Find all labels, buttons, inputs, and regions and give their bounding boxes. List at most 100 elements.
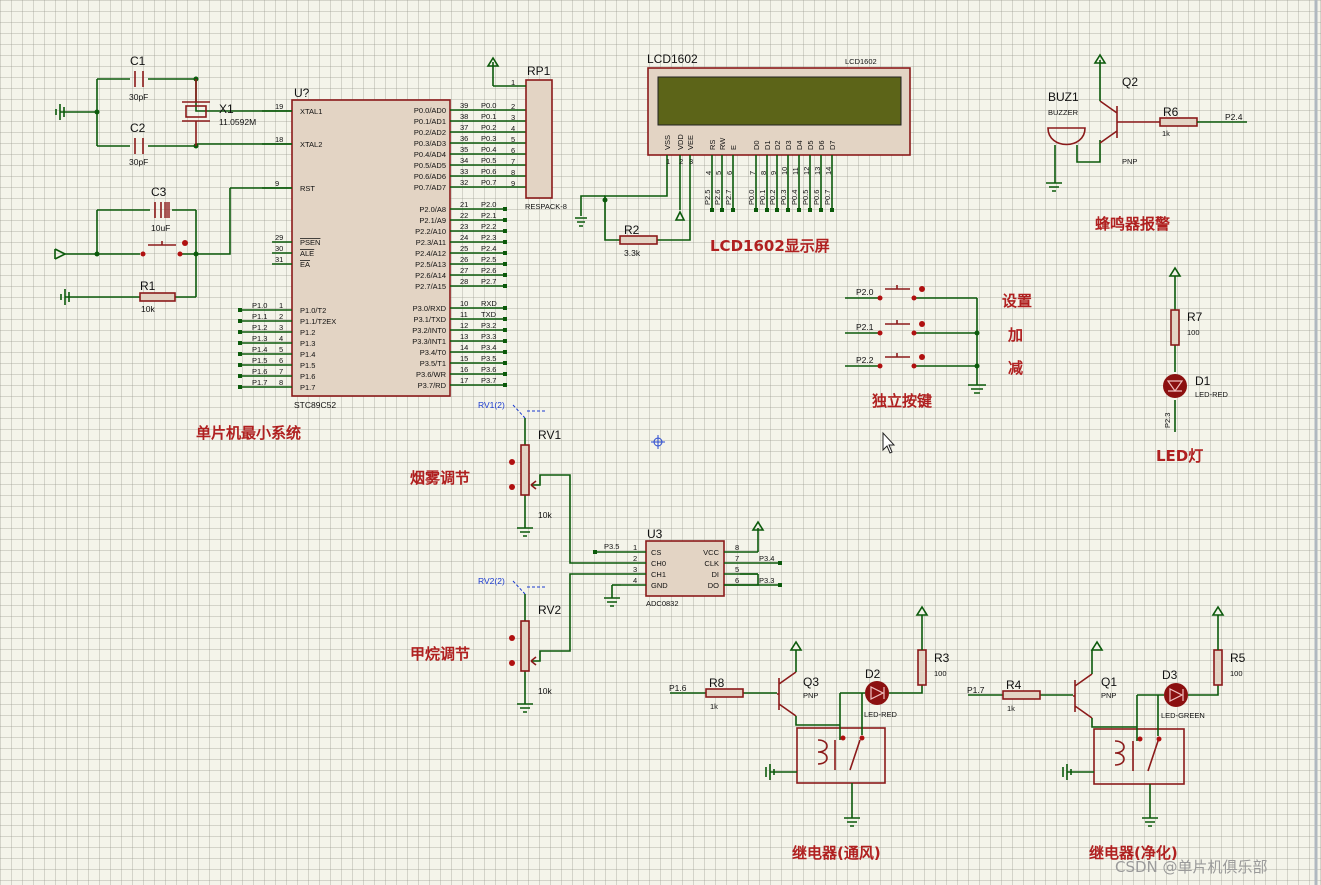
pin-number: 13 bbox=[460, 332, 468, 341]
pin-number: 6 bbox=[725, 171, 734, 175]
buzzer-circuit[interactable]: BUZ1 BUZZER Q2 PNP R6 1k P2.4 bbox=[1046, 53, 1247, 192]
pin-number: 8 bbox=[511, 168, 515, 177]
pin-number: 14 bbox=[460, 343, 468, 352]
pin-number: 34 bbox=[460, 156, 468, 165]
pin-terminal bbox=[819, 208, 823, 212]
pin-number: 3 bbox=[511, 113, 515, 122]
lcd1602-display[interactable]: LCD1602 LCD1602 VSS 1 VDD 2VEE 3 RS 4 P2.5 RW 5 P2… bbox=[575, 52, 911, 258]
buz1-value: BUZZER bbox=[1048, 108, 1079, 117]
pin-name: VSS bbox=[663, 135, 672, 150]
r2-ref: R2 bbox=[624, 223, 640, 237]
pin-name: D0 bbox=[752, 140, 761, 150]
net-label: P0.6 bbox=[812, 190, 821, 205]
pin-terminal bbox=[238, 341, 242, 345]
pin-name: GND bbox=[651, 581, 668, 590]
net-label: P1.2 bbox=[252, 323, 267, 332]
resistor-r3[interactable] bbox=[917, 649, 927, 686]
net-label: P1.0 bbox=[252, 301, 267, 310]
resistor-r6[interactable] bbox=[1159, 117, 1198, 127]
capacitor-c3[interactable] bbox=[154, 202, 162, 218]
pin-name: PSEN bbox=[300, 238, 320, 247]
capacitor-c2[interactable] bbox=[134, 138, 144, 154]
net-label: P1.7 bbox=[967, 685, 985, 695]
net-label: P3.5 bbox=[604, 542, 619, 551]
pin-terminal bbox=[238, 352, 242, 356]
pin-terminal bbox=[238, 363, 242, 367]
pin-name: D5 bbox=[806, 140, 815, 150]
r8-value: 1k bbox=[710, 702, 718, 711]
pin-number: 9 bbox=[769, 171, 778, 175]
pin-name: CS bbox=[651, 548, 661, 557]
relay-purify-circuit[interactable]: P1.7 R4 1k Q1 PNP D3 LED-GREEN R5 100 bbox=[967, 605, 1246, 827]
pin-name: P2.5/A13 bbox=[415, 260, 446, 269]
r4-value: 1k bbox=[1007, 704, 1015, 713]
net-label: TXD bbox=[481, 310, 497, 319]
power-arrow-icon bbox=[54, 248, 66, 260]
button-handle[interactable] bbox=[919, 354, 925, 360]
capacitor-c1[interactable] bbox=[134, 71, 144, 87]
r4-ref: R4 bbox=[1006, 678, 1022, 692]
pin-terminal bbox=[503, 328, 507, 332]
led-d1-circuit[interactable]: R7 100 D1 LED-RED P2.3 bbox=[1163, 266, 1229, 432]
pin-name: E bbox=[729, 145, 738, 150]
crystal-x1[interactable] bbox=[182, 79, 210, 146]
resistor-r8[interactable] bbox=[705, 688, 744, 698]
push-button[interactable] bbox=[885, 285, 910, 290]
pin-number: 8 bbox=[279, 378, 283, 387]
d3-value: LED-GREEN bbox=[1161, 711, 1205, 720]
c3-value: 10uF bbox=[151, 223, 170, 233]
pin-name: D1 bbox=[763, 140, 772, 150]
pin-number: 4 bbox=[704, 171, 713, 175]
resistor-r5[interactable] bbox=[1213, 649, 1223, 686]
relay-vent-circuit[interactable]: P1.6 R8 1k Q3 PNP D2 LED-RED R3 100 bbox=[669, 605, 950, 827]
potentiometer-rv2[interactable]: RV2 10k RV2(2) bbox=[478, 573, 621, 713]
rp1-value: RESPACK-8 bbox=[525, 202, 567, 211]
ground-arrow-icon bbox=[674, 210, 686, 221]
net-label: P2.1 bbox=[481, 211, 496, 220]
pin-number: 7 bbox=[735, 554, 739, 563]
rv2-value: 10k bbox=[538, 686, 552, 696]
push-button[interactable] bbox=[885, 320, 910, 325]
independent-buttons[interactable]: P2.0 P2.1 P2.2 bbox=[845, 285, 986, 394]
pin-name: CLK bbox=[704, 559, 719, 568]
resistor-r1[interactable] bbox=[139, 292, 176, 302]
adc0832-u3[interactable]: U3 ADC0832 1 CS P3.5 2 CH0 3 CH1 4 GND 8 VCC 7 CLK P3… bbox=[593, 520, 782, 608]
mcu-u[interactable]: U? STC89C52 19XTAL118XTAL29RST29PSEN30AL… bbox=[238, 86, 526, 410]
pin-number: 10 bbox=[780, 167, 789, 175]
resistor-r2[interactable] bbox=[619, 235, 658, 245]
pin-terminal bbox=[503, 207, 507, 211]
c3-ref: C3 bbox=[151, 185, 167, 199]
pin-terminal bbox=[238, 319, 242, 323]
pin-name: P2.0/A8 bbox=[419, 205, 446, 214]
push-button[interactable] bbox=[885, 353, 910, 358]
schematic-canvas[interactable]: U? STC89C52 19 XTAL1 18 XTAL2 9 RST 29 PSEN 30 AL… bbox=[0, 0, 1321, 885]
resistor-pack-rp1[interactable]: RP1 RESPACK-8 1 2 3 4 5 6 7 8 9 bbox=[486, 56, 567, 211]
net-label: P3.5 bbox=[481, 354, 496, 363]
pin-number: 32 bbox=[460, 178, 468, 187]
resistor-r7[interactable] bbox=[1170, 309, 1180, 346]
net-label: P0.6 bbox=[481, 167, 496, 176]
net-label: P0.5 bbox=[481, 156, 496, 165]
pin-terminal bbox=[503, 372, 507, 376]
reset-button[interactable] bbox=[140, 240, 189, 257]
button-handle[interactable] bbox=[919, 286, 925, 292]
net-label: P2.4 bbox=[1225, 112, 1243, 122]
rv1-ref: RV1 bbox=[538, 428, 561, 442]
pin-name: RS bbox=[708, 140, 717, 150]
r5-ref: R5 bbox=[1230, 651, 1246, 665]
net-label: P0.7 bbox=[481, 178, 496, 187]
pin-name: P1.2 bbox=[300, 328, 315, 337]
q2-value: PNP bbox=[1122, 157, 1137, 166]
button-handle[interactable] bbox=[919, 321, 925, 327]
power-arrow-icon bbox=[1211, 605, 1225, 616]
pin-name: P2.4/A12 bbox=[415, 249, 446, 258]
pin-name: P3.4/T0 bbox=[420, 348, 446, 357]
buttons-section-title: 独立按键 bbox=[872, 392, 932, 410]
q3-ref: Q3 bbox=[803, 675, 819, 689]
pin-name: P0.4/AD4 bbox=[414, 150, 446, 159]
pin-number: 33 bbox=[460, 167, 468, 176]
pin-name: RST bbox=[300, 184, 315, 193]
resistor-r4[interactable] bbox=[1002, 690, 1041, 700]
net-label: P2.4 bbox=[481, 244, 496, 253]
potentiometer-rv1[interactable]: RV1 10k RV1(2) bbox=[478, 400, 621, 564]
